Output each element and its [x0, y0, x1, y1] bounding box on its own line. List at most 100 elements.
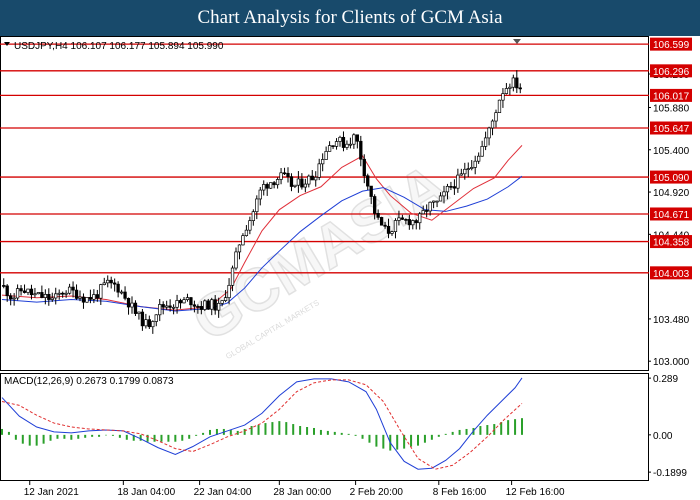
candle-bear	[282, 172, 287, 175]
macd-histogram-bar	[111, 434, 114, 436]
level-label: 105.647	[653, 124, 690, 135]
time-tick-label: 18 Jan 04:00	[117, 487, 175, 498]
candle-bull	[397, 217, 401, 221]
candle-bull	[435, 200, 439, 203]
candle-bull	[33, 293, 37, 296]
macd-histogram-bar	[42, 434, 45, 444]
macd-histogram-bar	[105, 434, 107, 436]
macd-histogram-bar	[125, 434, 128, 440]
candle-bear	[123, 291, 127, 299]
candle-bull	[175, 300, 179, 308]
candle-bull	[36, 292, 41, 295]
candle-bull	[43, 294, 47, 298]
macd-histogram-bar	[437, 434, 440, 437]
candle-bull	[470, 167, 474, 169]
candle-bull	[248, 220, 252, 231]
candle-bear	[407, 219, 411, 226]
macd-histogram-bar	[299, 426, 302, 435]
candle-bear	[29, 288, 34, 296]
candle-bull	[334, 141, 339, 147]
candle-bear	[449, 185, 453, 188]
candle-bear	[9, 295, 13, 300]
candle-bull	[54, 293, 58, 299]
candle-bear	[22, 290, 27, 293]
candle-bull	[463, 168, 467, 175]
macd-histogram-bar	[479, 426, 482, 435]
candle-bear	[71, 286, 75, 291]
macd-histogram-bar	[195, 434, 198, 436]
candle-bear	[47, 294, 51, 300]
candle-bull	[431, 200, 436, 203]
candle-bull	[352, 134, 356, 145]
macd-histogram-bar	[70, 434, 73, 440]
candle-bear	[113, 282, 117, 285]
macd-histogram-bar	[181, 434, 184, 441]
candle-bull	[185, 297, 190, 300]
macd-histogram-bar	[326, 430, 329, 435]
macd-histogram-bar	[139, 434, 142, 441]
candle-bear	[19, 288, 23, 292]
candle-bear	[109, 279, 113, 284]
candle-bear	[95, 294, 99, 299]
macd-histogram-bar	[1, 428, 3, 435]
candle-bear	[265, 184, 269, 189]
macd-histogram-bar	[153, 434, 156, 442]
macd-histogram-bar	[417, 434, 419, 446]
candle-bull	[26, 288, 30, 293]
candle-bear	[126, 297, 131, 308]
macd-histogram-bar	[410, 434, 413, 447]
macd-tick-label: -0.1899	[653, 468, 687, 479]
time-tick-label: 12 Jan 2021	[24, 487, 79, 498]
macd-histogram-bar	[444, 433, 447, 435]
macd-histogram-bar	[333, 431, 336, 435]
macd-histogram-bar	[306, 427, 309, 435]
candle-bull	[255, 198, 259, 213]
candle-bull	[119, 291, 124, 294]
macd-histogram-bar	[160, 434, 163, 442]
candle-bear	[81, 296, 86, 303]
candle-bull	[244, 229, 249, 236]
macd-histogram-bar	[382, 434, 385, 449]
macd-histogram-bar	[21, 434, 24, 444]
macd-histogram-bar	[250, 426, 253, 435]
symbol-header-text: USDJPY,H4 106.107 106.177 105.894 105.99…	[14, 41, 224, 52]
candle-bull	[237, 244, 242, 253]
candle-bull	[511, 77, 515, 88]
candle-bull	[411, 220, 415, 226]
level-label: 105.090	[653, 173, 690, 184]
candle-bear	[2, 285, 6, 287]
candle-bear	[213, 299, 217, 311]
candle-bear	[341, 136, 346, 148]
candle-bear	[74, 289, 79, 299]
macd-histogram-bar	[521, 418, 523, 435]
candle-bear	[61, 292, 65, 295]
candle-bull	[234, 251, 238, 269]
macd-histogram-bar	[278, 421, 281, 435]
candle-bull	[262, 184, 266, 191]
candle-bull	[508, 86, 512, 89]
candle-bull	[151, 321, 155, 328]
macd-histogram-bar	[403, 434, 406, 449]
candle-bull	[456, 174, 460, 189]
candle-bull	[483, 137, 488, 147]
candle-bull	[217, 302, 221, 311]
macd-histogram-bar	[63, 434, 66, 439]
candle-bear	[116, 283, 120, 293]
candle-bear	[414, 220, 418, 224]
macd-histogram-bar	[28, 434, 31, 446]
candle-bull	[210, 299, 214, 310]
candle-bull	[158, 304, 162, 316]
candle-bull	[15, 288, 20, 299]
candle-bear	[452, 186, 457, 189]
candle-bull	[393, 220, 398, 232]
candle-bull	[293, 184, 297, 187]
macd-histogram-bar	[209, 429, 211, 435]
candle-bear	[178, 300, 183, 304]
candle-bull	[338, 136, 342, 142]
candle-bull	[182, 299, 186, 304]
candle-bull	[50, 297, 54, 300]
candle-bear	[286, 172, 290, 178]
macd-histogram-bar	[188, 434, 191, 439]
candle-bull	[171, 306, 176, 309]
candle-bull	[442, 191, 446, 197]
